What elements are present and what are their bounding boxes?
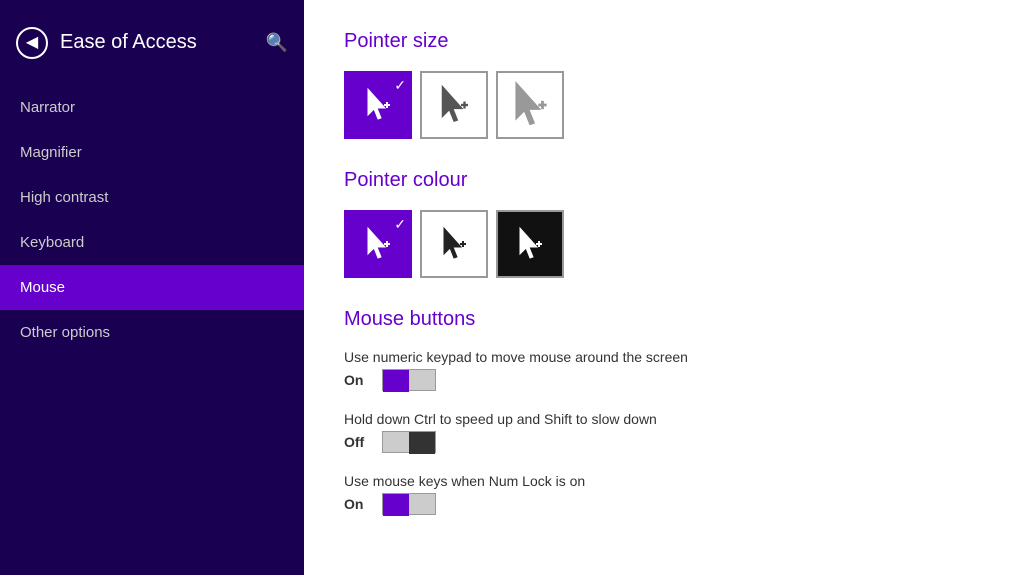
cursor-large-icon bbox=[510, 80, 550, 130]
pointer-size-options: ✓ bbox=[344, 71, 984, 139]
sidebar: ◀ Ease of Access 🔍 NarratorMagnifierHigh… bbox=[0, 0, 304, 575]
sidebar-header: ◀ Ease of Access 🔍 bbox=[0, 0, 304, 85]
toggle-description-num-lock: Use mouse keys when Num Lock is on bbox=[344, 473, 984, 489]
sidebar-item-narrator[interactable]: Narrator bbox=[0, 85, 304, 130]
sidebar-item-mouse[interactable]: Mouse bbox=[0, 265, 304, 310]
toggle-track-num-lock[interactable] bbox=[382, 493, 436, 515]
checkmark-icon-colour: ✓ bbox=[394, 216, 406, 233]
toggle-label-num-lock: On bbox=[344, 496, 372, 512]
sidebar-title: Ease of Access bbox=[60, 31, 288, 54]
toggle-control-ctrl-speed: Off bbox=[344, 431, 984, 453]
toggles-list: Use numeric keypad to move mouse around … bbox=[344, 349, 984, 515]
pointer-size-small[interactable]: ✓ bbox=[344, 71, 412, 139]
back-arrow-icon: ◀ bbox=[26, 35, 38, 51]
sidebar-item-high-contrast[interactable]: High contrast bbox=[0, 175, 304, 220]
checkmark-icon: ✓ bbox=[394, 77, 406, 94]
main-content: Pointer size ✓ bbox=[304, 0, 1024, 575]
toggle-row-num-lock: Use mouse keys when Num Lock is on On bbox=[344, 473, 984, 515]
sidebar-item-magnifier[interactable]: Magnifier bbox=[0, 130, 304, 175]
pointer-size-large[interactable] bbox=[496, 71, 564, 139]
mouse-buttons-title: Mouse buttons bbox=[344, 308, 984, 331]
pointer-size-title: Pointer size bbox=[344, 30, 984, 53]
pointer-size-medium[interactable] bbox=[420, 71, 488, 139]
pointer-colour-invert[interactable] bbox=[496, 210, 564, 278]
pointer-colour-black[interactable] bbox=[420, 210, 488, 278]
sidebar-item-other-options[interactable]: Other options bbox=[0, 310, 304, 355]
toggle-label-ctrl-speed: Off bbox=[344, 434, 372, 450]
toggle-row-numeric-keypad: Use numeric keypad to move mouse around … bbox=[344, 349, 984, 391]
cursor-small-icon bbox=[364, 87, 392, 123]
cursor-medium-icon bbox=[437, 84, 471, 126]
pointer-colour-title: Pointer colour bbox=[344, 169, 984, 192]
cursor-black-icon bbox=[440, 226, 468, 262]
nav-list: NarratorMagnifierHigh contrastKeyboardMo… bbox=[0, 85, 304, 355]
toggle-track-ctrl-speed[interactable] bbox=[382, 431, 436, 453]
toggle-description-numeric-keypad: Use numeric keypad to move mouse around … bbox=[344, 349, 984, 365]
toggle-track-numeric-keypad[interactable] bbox=[382, 369, 436, 391]
toggle-description-ctrl-speed: Hold down Ctrl to speed up and Shift to … bbox=[344, 411, 984, 427]
pointer-colour-white[interactable]: ✓ bbox=[344, 210, 412, 278]
back-button[interactable]: ◀ bbox=[16, 27, 48, 59]
pointer-colour-options: ✓ bbox=[344, 210, 984, 278]
toggle-thumb-ctrl-speed bbox=[409, 432, 435, 454]
sidebar-item-keyboard[interactable]: Keyboard bbox=[0, 220, 304, 265]
mouse-buttons-section: Mouse buttons Use numeric keypad to move… bbox=[344, 308, 984, 515]
cursor-invert-icon bbox=[516, 226, 544, 262]
toggle-control-numeric-keypad: On bbox=[344, 369, 984, 391]
cursor-white-icon bbox=[364, 226, 392, 262]
toggle-thumb-numeric-keypad bbox=[383, 370, 409, 392]
toggle-control-num-lock: On bbox=[344, 493, 984, 515]
toggle-thumb-num-lock bbox=[383, 494, 409, 516]
search-icon[interactable]: 🔍 bbox=[266, 32, 288, 53]
toggle-label-numeric-keypad: On bbox=[344, 372, 372, 388]
toggle-row-ctrl-speed: Hold down Ctrl to speed up and Shift to … bbox=[344, 411, 984, 453]
